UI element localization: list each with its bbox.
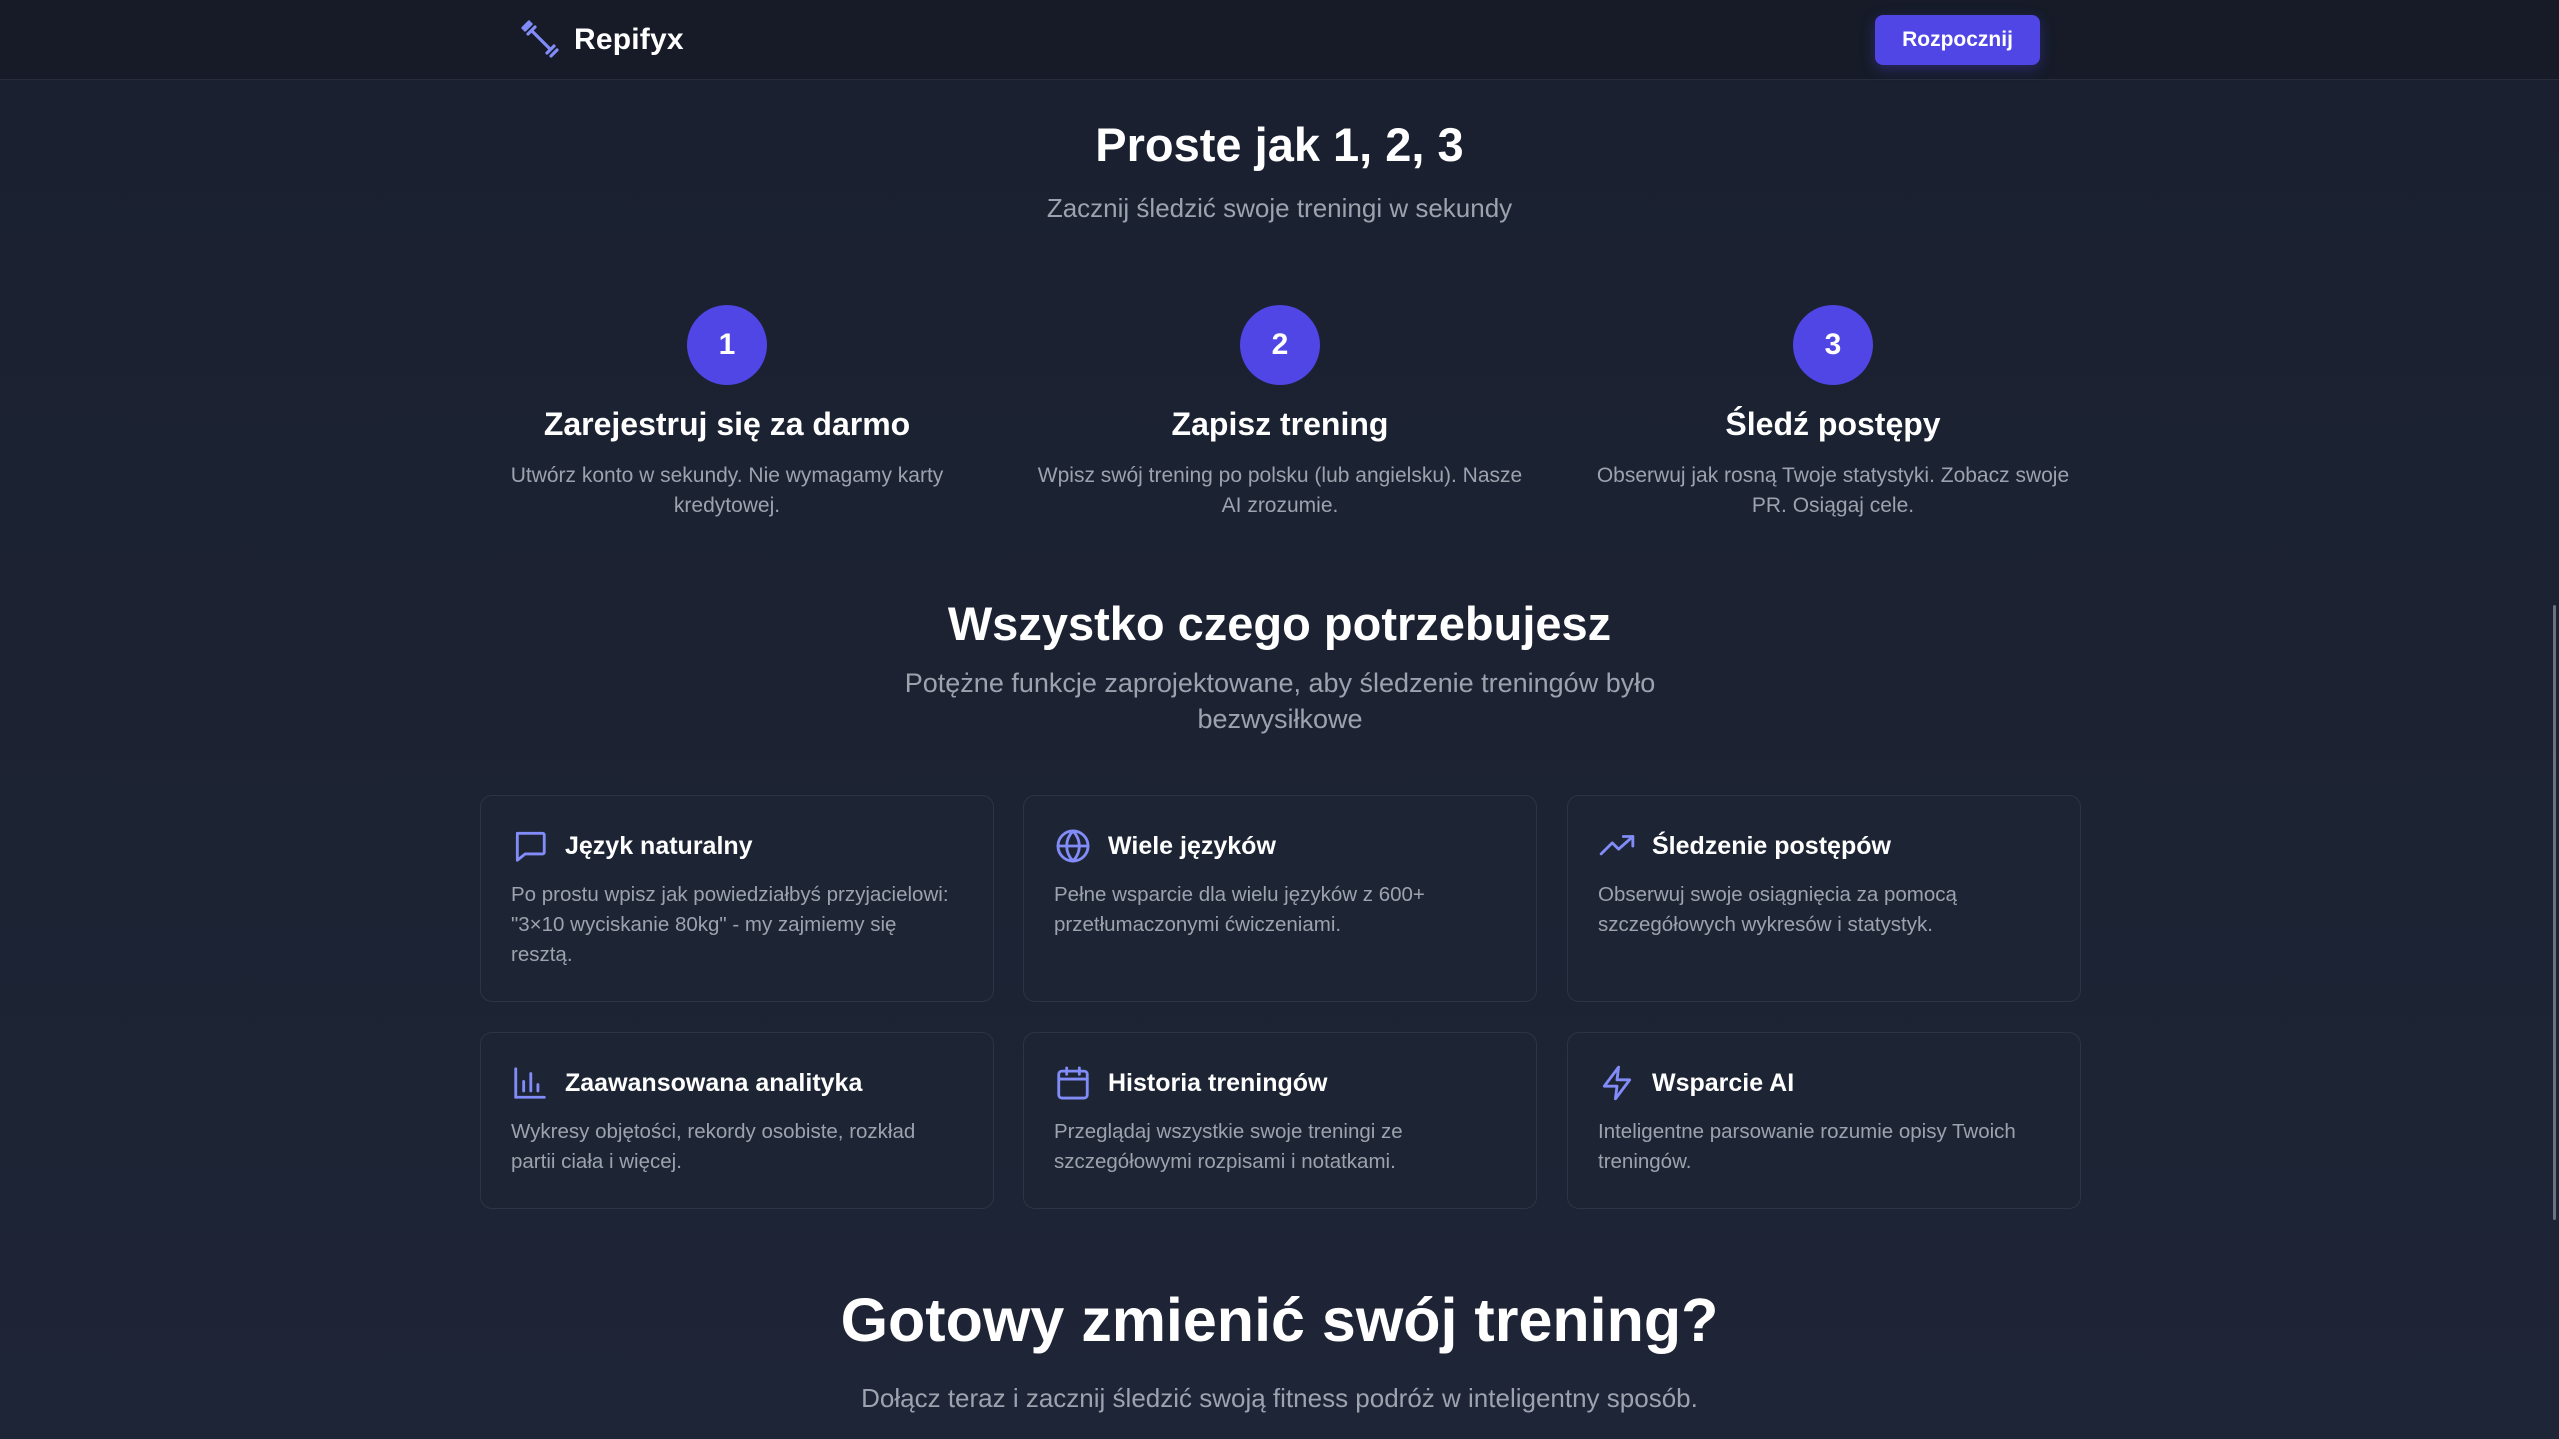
features-title: Wszystko czego potrzebujesz [947,597,1612,650]
feature-card-history: Historia treningów Przeglądaj wszystkie … [1023,1032,1537,1209]
feature-description: Wykresy objętości, rekordy osobiste, roz… [511,1120,916,1173]
feature-title: Historia treningów [1108,1068,1328,1097]
feature-description: Po prostu wpisz jak powiedziałbyś przyja… [511,883,949,966]
step-description: Utwórz konto w sekundy. Nie wymagamy kar… [510,464,944,517]
feature-card-progress-tracking: Śledzenie postępów Obserwuj swoje osiągn… [1567,795,2081,1002]
globe-icon [1056,829,1090,863]
scrollbar[interactable] [2553,605,2556,1220]
dumbbell-icon [521,20,559,58]
lightning-icon [1602,1065,1632,1101]
steps-subtitle: Zacznij śledzić swoje treningi w sekundy [1046,193,1513,223]
features-subtitle: Potężne funkcje zaprojektowane, aby śled… [904,668,1656,734]
landing-page: Repifyx Rozpocznij Proste jak 1, 2, 3 Za… [0,0,2559,1439]
brand-name: Repifyx [574,23,684,56]
chat-bubble-icon [515,831,546,862]
feature-title: Zaawansowana analityka [565,1068,863,1097]
feature-card-ai-support: Wsparcie AI Inteligentne parsowanie rozu… [1567,1032,2081,1209]
feature-description: Inteligentne parsowanie rozumie opisy Tw… [1598,1120,2016,1173]
feature-card-multi-language: Wiele języków Pełne wsparcie dla wielu j… [1023,795,1537,1002]
step-number-badge: 3 [1793,305,1873,385]
cta-subtitle: Dołącz teraz i zacznij śledzić swoją fit… [861,1383,1698,1413]
step-1: 1 Zarejestruj się za darmo Utwórz konto … [467,305,987,521]
calendar-icon [1057,1066,1089,1100]
cta-title: Gotowy zmienić swój trening? [840,1286,1719,1354]
feature-description: Przeglądaj wszystkie swoje treningi ze s… [1054,1120,1403,1173]
trending-up-icon [1599,835,1635,856]
feature-description: Obserwuj swoje osiągnięcia za pomocą szc… [1598,883,1957,936]
brand-logo[interactable]: Repifyx [520,18,684,62]
feature-card-natural-language: Język naturalny Po prostu wpisz jak powi… [480,795,994,1002]
step-number-badge: 1 [687,305,767,385]
bar-chart-icon [514,1067,546,1099]
feature-title: Śledzenie postępów [1652,831,1891,860]
step-title: Zapisz trening [1171,406,1389,442]
feature-title: Wsparcie AI [1652,1068,1795,1097]
feature-title: Język naturalny [565,831,753,860]
step-description: Obserwuj jak rosną Twoje statystyki. Zob… [1596,464,2070,517]
feature-card-analytics: Zaawansowana analityka Wykresy objętości… [480,1032,994,1209]
feature-title: Wiele języków [1108,831,1276,860]
steps-title: Proste jak 1, 2, 3 [1095,118,1464,171]
step-description: Wpisz swój trening po polsku (lub angiel… [1037,464,1523,517]
step-number-badge: 2 [1240,305,1320,385]
step-title: Zarejestruj się za darmo [543,406,911,442]
step-2: 2 Zapisz trening Wpisz swój trening po p… [1020,305,1540,521]
get-started-button[interactable]: Rozpocznij [1875,15,2040,65]
feature-description: Pełne wsparcie dla wielu języków z 600+ … [1054,883,1425,936]
step-title: Śledź postępy [1725,406,1941,442]
step-3: 3 Śledź postępy Obserwuj jak rosną Twoje… [1573,305,2093,521]
navbar: Repifyx Rozpocznij [0,0,2559,80]
